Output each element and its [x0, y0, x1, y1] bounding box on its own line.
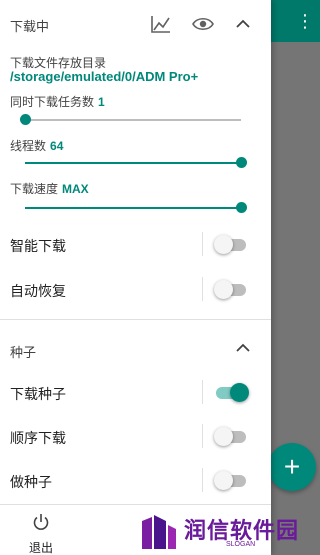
concurrent-tasks-value: 1	[98, 95, 105, 109]
toggle-thumb	[214, 235, 233, 254]
sequential-download-toggle[interactable]	[214, 426, 248, 446]
chart-icon[interactable]	[149, 12, 173, 36]
row-separator	[202, 424, 203, 448]
speed-label-text: 下载速度	[10, 182, 59, 196]
torrent-section-header[interactable]: 种子	[0, 326, 271, 372]
slider-track	[25, 119, 241, 121]
threads-label: 线程数 64	[10, 137, 63, 154]
auto-resume-row[interactable]: 自动恢复	[0, 267, 271, 311]
power-icon	[33, 514, 49, 530]
speed-value: MAX	[62, 182, 89, 196]
threads-slider[interactable]	[25, 156, 247, 170]
watermark-slogan: SLOGAN	[226, 541, 256, 548]
seeding-label: 做种子	[10, 474, 52, 490]
threads-value: 64	[50, 139, 64, 153]
slider-fill	[25, 162, 241, 164]
toggle-thumb	[214, 471, 233, 490]
seeding-toggle[interactable]	[214, 470, 248, 490]
seeding-row[interactable]: 做种子	[0, 458, 271, 502]
slider-thumb[interactable]	[20, 114, 31, 125]
speed-slider[interactable]	[25, 201, 247, 215]
section-divider	[0, 319, 271, 320]
exit-button[interactable]: 退出	[20, 513, 62, 555]
row-separator	[202, 277, 203, 301]
concurrent-tasks-label: 同时下载任务数 1	[10, 93, 105, 110]
row-separator	[202, 468, 203, 492]
slider-fill	[25, 207, 241, 209]
smart-download-label: 智能下载	[10, 238, 66, 254]
watermark: 润信软件园 SLOGAN	[140, 513, 310, 555]
smart-download-toggle[interactable]	[214, 234, 248, 254]
auto-resume-toggle[interactable]	[214, 279, 248, 299]
downloading-section-header[interactable]: 下载中	[0, 0, 271, 46]
auto-resume-label: 自动恢复	[10, 283, 66, 299]
add-fab-button[interactable]: +	[268, 443, 316, 491]
settings-drawer: 下载中 下载文件存放目录 /storage/emulated/0/ADM Pro…	[0, 0, 271, 555]
toggle-thumb	[230, 383, 249, 402]
sequential-download-label: 顺序下载	[10, 430, 66, 446]
slider-thumb[interactable]	[236, 157, 247, 168]
smart-download-row[interactable]: 智能下载	[0, 222, 271, 266]
download-torrent-row[interactable]: 下载种子	[0, 370, 271, 414]
eye-icon[interactable]	[191, 12, 215, 36]
save-dir-value[interactable]: /storage/emulated/0/ADM Pro+	[10, 69, 198, 84]
exit-label: 退出	[28, 541, 53, 555]
chevron-up-icon[interactable]	[231, 12, 255, 36]
sequential-download-row[interactable]: 顺序下载	[0, 414, 271, 458]
toggle-thumb	[214, 280, 233, 299]
concurrent-tasks-label-text: 同时下载任务数	[10, 95, 95, 109]
threads-label-text: 线程数	[10, 139, 47, 153]
watermark-logo-icon	[142, 515, 176, 549]
chevron-up-icon[interactable]	[231, 336, 255, 360]
download-torrent-toggle[interactable]	[214, 382, 249, 402]
toggle-thumb	[214, 427, 233, 446]
row-separator	[202, 380, 203, 404]
overflow-menu-icon[interactable]: ⋮	[296, 10, 314, 32]
speed-label: 下载速度 MAX	[10, 180, 89, 197]
torrent-section-title: 种子	[10, 345, 37, 360]
downloading-section-title: 下载中	[10, 19, 50, 34]
concurrent-tasks-slider[interactable]	[20, 113, 241, 127]
row-separator	[202, 232, 203, 256]
slider-thumb[interactable]	[236, 202, 247, 213]
download-torrent-label: 下载种子	[10, 386, 66, 402]
